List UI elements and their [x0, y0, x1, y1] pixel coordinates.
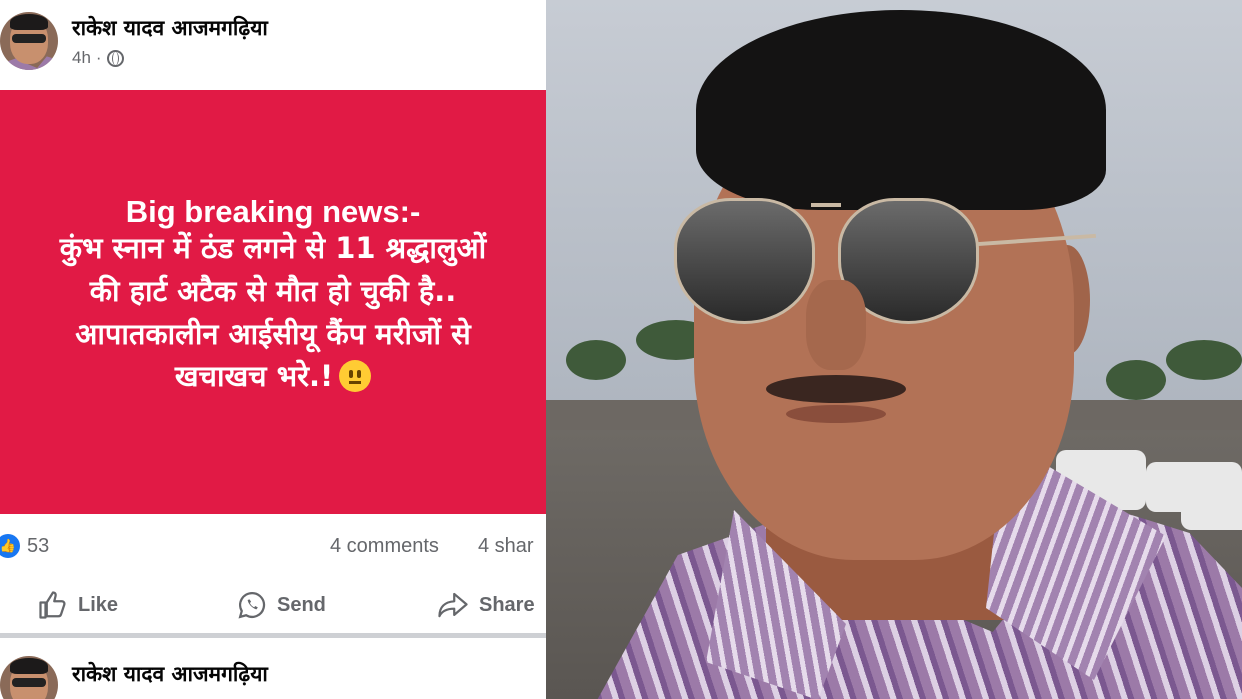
post-line-4: खचाखच भरे.! [174, 359, 334, 394]
post-meta: 4h · [72, 48, 124, 68]
facebook-post-panel: राकेश यादव आजमगढ़िया 4h · Big breaking n… [0, 0, 546, 699]
thumbs-up-icon [39, 591, 66, 619]
send-label: Send [277, 593, 326, 616]
post-headline: Big breaking news:- [125, 193, 421, 229]
portrait-photo [546, 0, 1242, 699]
next-post-author-name[interactable]: राकेश यादव आजमगढ़िया [72, 660, 268, 688]
lips [786, 405, 886, 423]
avatar[interactable] [0, 656, 58, 699]
post-line-2: की हार्ट अटैक से मौत हो चुकी है.. [89, 273, 457, 308]
globe-icon [106, 49, 124, 67]
hair [696, 10, 1106, 210]
next-post-header: राकेश यादव आजमगढ़िया [0, 640, 546, 699]
sunglasses-left-lens [674, 198, 815, 324]
mustache [766, 375, 906, 403]
shares-count[interactable]: 4 shar [478, 535, 534, 558]
post-divider [0, 633, 546, 638]
post-text-card: Big breaking news:- कुंभ स्नान में ठंड ल… [0, 90, 546, 514]
like-button[interactable]: Like [38, 590, 118, 620]
parked-car [1181, 490, 1242, 530]
palm-tree [566, 340, 626, 380]
meta-separator: · [95, 48, 102, 67]
whatsapp-icon [238, 591, 266, 619]
nose [806, 280, 866, 370]
like-label: Like [78, 593, 119, 616]
reactions-count[interactable]: 53 [27, 535, 49, 558]
sunglasses-bridge [811, 203, 841, 207]
avatar[interactable] [0, 12, 58, 70]
palm-tree [1106, 360, 1166, 400]
neutral-face-emoji-icon [339, 360, 372, 393]
palm-tree [1166, 340, 1242, 380]
post-author-name[interactable]: राकेश यादव आजमगढ़िया [72, 14, 268, 42]
share-button[interactable]: Share [437, 590, 535, 620]
share-arrow-icon [438, 592, 468, 618]
post-line-4-wrapper: खचाखच भरे.! [174, 355, 372, 398]
post-line-3: आपातकालीन आईसीयू कैंप मरीजों से [75, 316, 471, 351]
comments-count[interactable]: 4 comments [330, 535, 439, 558]
send-button[interactable]: Send [237, 590, 326, 620]
post-header: राकेश यादव आजमगढ़िया 4h · [0, 0, 546, 88]
post-time[interactable]: 4h [72, 48, 91, 68]
share-label: Share [479, 593, 535, 616]
post-line-1: कुंभ स्नान में ठंड लगने से 11 श्रद्धालुओ… [59, 230, 487, 265]
like-reaction-icon: 👍 [0, 534, 20, 558]
